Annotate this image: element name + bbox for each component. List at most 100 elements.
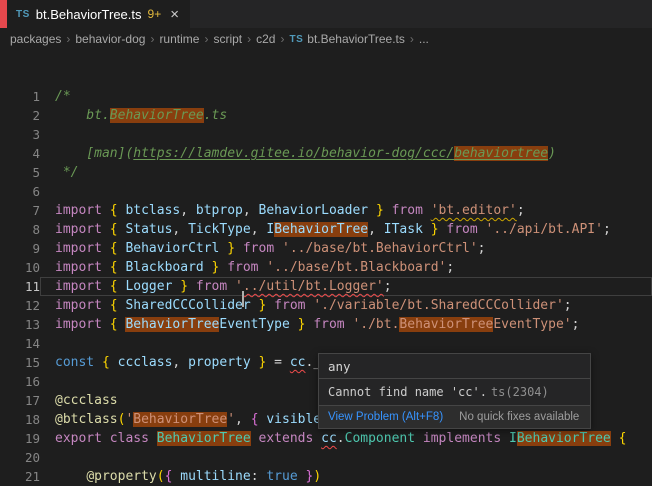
code-token: { xyxy=(109,260,118,275)
error-message: Cannot find name 'cc'. xyxy=(328,385,487,399)
code-line[interactable]: 6 xyxy=(0,182,652,201)
code-line[interactable]: 5 */ xyxy=(0,163,652,182)
code-line[interactable]: 14 xyxy=(0,334,652,353)
code-token: ; xyxy=(602,222,611,237)
code-token: BehaviorTree xyxy=(109,108,204,123)
line-content: import { SharedCCCollider } from './vari… xyxy=(40,296,652,315)
code-token: , xyxy=(242,203,259,218)
line-content: @property({ multiline: true }) xyxy=(40,467,652,486)
ts-icon: TS xyxy=(289,33,304,45)
code-token: from xyxy=(446,222,478,237)
code-token: { xyxy=(109,222,118,237)
code-line[interactable]: 7 import { btclass, btprop, BehaviorLoade… xyxy=(0,201,652,220)
code-token: import xyxy=(55,317,102,332)
code-line[interactable]: 4 [man](https://lamdev.gitee.io/behavior… xyxy=(0,144,652,163)
code-token: */ xyxy=(55,165,79,180)
code-token: BehaviorTree xyxy=(133,412,228,427)
breadcrumb-file[interactable]: TS bt.BehaviorTree.ts xyxy=(289,32,404,46)
code-token: @btclass xyxy=(55,412,118,427)
line-content xyxy=(40,448,652,467)
code-line[interactable]: 12 import { SharedCCCollider } from './va… xyxy=(0,296,652,315)
line-number: 21 xyxy=(24,469,40,484)
tab-bar: TS bt.BehaviorTree.ts 9+ × xyxy=(0,0,652,28)
view-problem-link[interactable]: View Problem (Alt+F8) xyxy=(328,411,443,423)
tab-bt-behaviortree[interactable]: TS bt.BehaviorTree.ts 9+ × xyxy=(7,0,190,28)
line-number: 17 xyxy=(24,393,40,408)
code-line[interactable]: 9 import { BehaviorCtrl } from '../base/b… xyxy=(0,239,652,258)
code-token: ccclass xyxy=(109,355,173,370)
code-token: from xyxy=(274,298,306,313)
code-line[interactable]: 13 import { BehaviorTreeEventType } from … xyxy=(0,315,652,334)
line-number: 16 xyxy=(24,374,40,389)
line-number: 15 xyxy=(24,355,40,370)
code-token: { xyxy=(109,317,118,332)
line-content: import { Status, TickType, IBehaviorTree… xyxy=(40,220,652,239)
breadcrumb-item[interactable]: behavior-dog xyxy=(75,32,145,46)
close-icon[interactable]: × xyxy=(170,7,179,22)
line-content: bt.BehaviorTree.ts xyxy=(40,106,652,125)
code-token: https://lamdev.gitee.io/behavior-dog/ccc… xyxy=(133,146,455,161)
code-line[interactable]: 3 xyxy=(0,125,652,144)
code-token: Logger xyxy=(117,279,173,294)
line-content: import { Blackboard } from '../base/bt.B… xyxy=(40,258,652,277)
line-content xyxy=(40,125,652,144)
breadcrumb-file-label: bt.BehaviorTree.ts xyxy=(307,32,405,46)
code-line[interactable]: 2 bt.BehaviorTree.ts xyxy=(0,106,652,125)
breadcrumb-more[interactable]: ... xyxy=(419,32,429,46)
code-token: const xyxy=(55,355,95,370)
code-token: @property xyxy=(86,469,157,484)
chevron-right-icon: › xyxy=(150,32,155,46)
code-token: SharedCCCollider xyxy=(117,298,251,313)
line-number: 2 xyxy=(32,108,40,123)
line-content: */ xyxy=(40,163,652,182)
code-token: ( xyxy=(156,469,165,484)
line-number: 10 xyxy=(24,260,40,275)
code-token: Component xyxy=(344,431,416,446)
code-token: I xyxy=(266,222,275,237)
error-code: ts(2304) xyxy=(490,385,549,399)
code-token: class xyxy=(109,431,149,446)
code-token: { xyxy=(618,431,627,446)
code-token: ' xyxy=(227,412,236,427)
chevron-right-icon: › xyxy=(247,32,252,46)
breadcrumb: packages › behavior-dog › runtime › script › c2d… xyxy=(0,28,652,50)
hover-type-text: any xyxy=(328,359,351,374)
code-token: EventType' xyxy=(493,317,572,332)
code-line[interactable]: 19 export class BehaviorTree extends cc.C… xyxy=(0,429,652,448)
code-line[interactable]: 20 xyxy=(0,448,652,467)
code-token: extends xyxy=(258,431,314,446)
code-token: from xyxy=(227,260,259,275)
code-line[interactable]: 21 @property({ multiline: true }) xyxy=(0,467,652,486)
code-token: import xyxy=(55,260,102,275)
code-token: { xyxy=(109,241,118,256)
line-number: 11 xyxy=(24,279,40,294)
code-line[interactable]: 1 /* xyxy=(0,87,652,106)
breadcrumb-item[interactable]: runtime xyxy=(159,32,199,46)
code-token: from xyxy=(313,317,345,332)
code-token: export xyxy=(55,431,102,446)
line-content: import { BehaviorCtrl } from '../base/bt… xyxy=(40,239,652,258)
code-token: 'bt.editor' xyxy=(430,203,517,218)
breadcrumb-item[interactable]: c2d xyxy=(256,32,275,46)
code-token: } xyxy=(430,222,439,237)
breadcrumb-item[interactable]: script xyxy=(213,32,242,46)
line-number: 5 xyxy=(32,165,40,180)
chevron-right-icon: › xyxy=(409,32,414,46)
code-line[interactable]: 8 import { Status, TickType, IBehaviorTre… xyxy=(0,220,652,239)
breadcrumb-item[interactable]: packages xyxy=(10,32,61,46)
code-token: cc xyxy=(289,355,306,370)
line-content: import { BehaviorTreeEventType } from '.… xyxy=(40,315,652,334)
code-line[interactable]: 11 import { Logger } from '../util/bt.Log… xyxy=(0,277,652,307)
code-token: , xyxy=(250,222,267,237)
code-line[interactable]: 10 import { Blackboard } from '../base/bt… xyxy=(0,258,652,277)
